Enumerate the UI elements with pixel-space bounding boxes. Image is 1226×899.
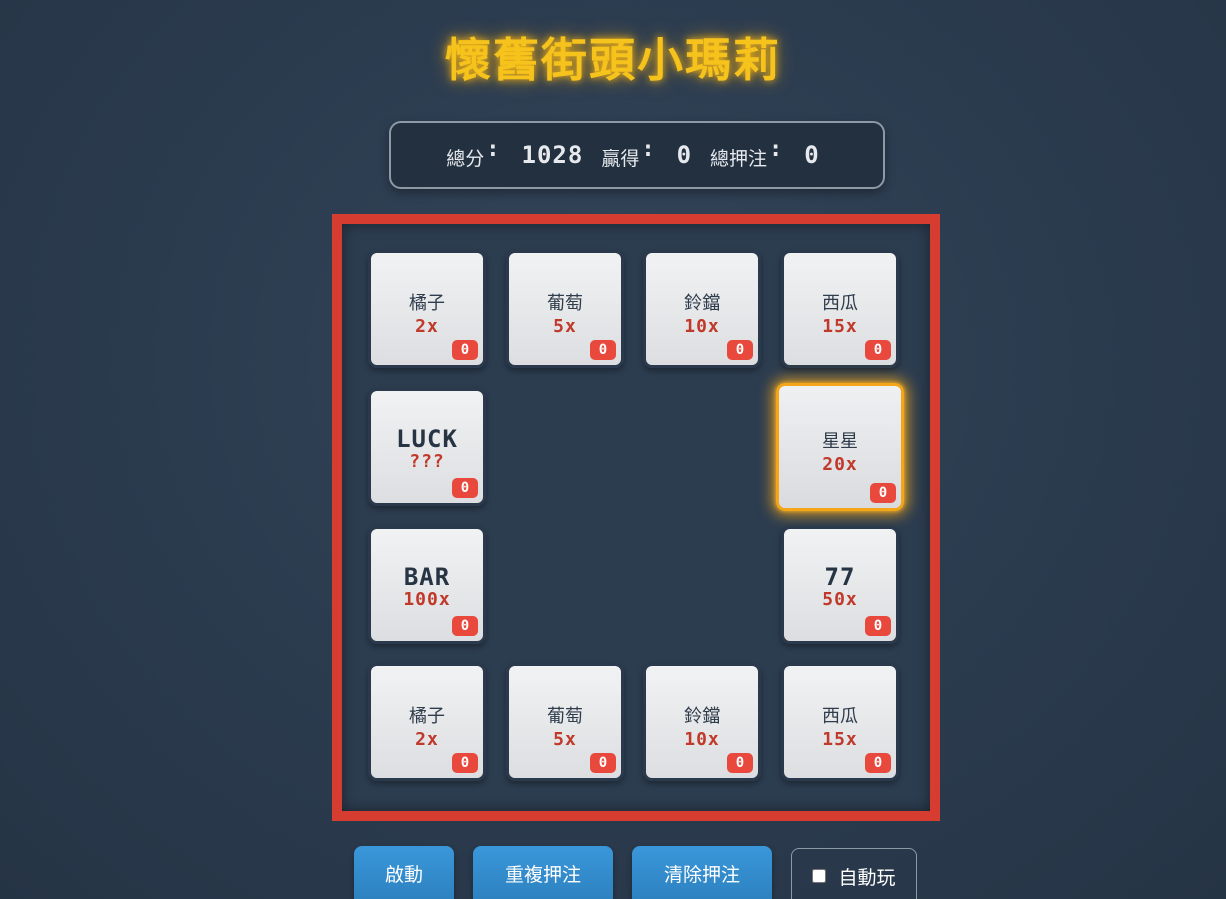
- tile-multiplier: 100x: [403, 589, 451, 610]
- tile-label: 鈴鐺: [684, 706, 720, 727]
- tile-bet-badge: 0: [452, 340, 478, 360]
- total-score-value: 1028: [521, 141, 584, 169]
- tile-multiplier: 20x: [822, 454, 858, 475]
- tile-bet-badge: 0: [865, 753, 891, 773]
- tile-label: LUCK: [396, 425, 458, 453]
- tile-luck[interactable]: LUCK ??? 0: [368, 388, 486, 506]
- tile-watermelon-bottom[interactable]: 西瓜 15x 0: [781, 663, 899, 781]
- tile-bet-badge: 0: [865, 616, 891, 636]
- tile-bet-badge: 0: [590, 753, 616, 773]
- tile-bar[interactable]: BAR 100x 0: [368, 526, 486, 644]
- tile-bell-top[interactable]: 鈴鐺 10x 0: [643, 250, 761, 368]
- tile-multiplier: 2x: [415, 316, 439, 337]
- tile-bell-bottom[interactable]: 鈴鐺 10x 0: [643, 663, 761, 781]
- tile-multiplier: 10x: [684, 729, 720, 750]
- tile-seventy-seven[interactable]: 77 50x 0: [781, 526, 899, 644]
- tile-star-highlighted[interactable]: 星星 20x 0: [776, 383, 904, 511]
- auto-play-toggle[interactable]: 自動玩: [791, 848, 917, 899]
- tile-multiplier: 15x: [822, 316, 858, 337]
- tile-label: 葡萄: [547, 293, 583, 314]
- clear-bet-button[interactable]: 清除押注: [632, 846, 772, 899]
- total-bet-colon: :: [769, 136, 783, 162]
- win-colon: :: [641, 136, 655, 162]
- tile-label: 西瓜: [822, 706, 858, 727]
- tile-orange-top[interactable]: 橘子 2x 0: [368, 250, 486, 368]
- win-value: 0: [676, 141, 693, 169]
- tile-label: 橘子: [409, 706, 445, 727]
- repeat-bet-button[interactable]: 重複押注: [473, 846, 613, 899]
- auto-play-label: 自動玩: [838, 866, 896, 889]
- tile-bet-badge: 0: [452, 478, 478, 498]
- total-score: 總分 : 1028: [446, 136, 591, 171]
- tile-orange-bottom[interactable]: 橘子 2x 0: [368, 663, 486, 781]
- tile-label: 葡萄: [547, 706, 583, 727]
- tile-label: 橘子: [409, 293, 445, 314]
- win-amount: 贏得 : 0: [601, 136, 700, 171]
- tile-multiplier: 2x: [415, 729, 439, 750]
- tile-multiplier: 50x: [822, 589, 858, 610]
- tile-grape-bottom[interactable]: 葡萄 5x 0: [506, 663, 624, 781]
- tile-grape-top[interactable]: 葡萄 5x 0: [506, 250, 624, 368]
- game-title: 懷舊街頭小瑪莉: [445, 33, 781, 87]
- total-bet-label: 總押注: [710, 147, 768, 170]
- tile-multiplier: 10x: [684, 316, 720, 337]
- scoreboard: 總分 : 1028 贏得 : 0 總押注 : 0: [389, 121, 885, 189]
- tile-label: 77: [824, 563, 856, 591]
- tile-multiplier: 15x: [822, 729, 858, 750]
- tile-multiplier: 5x: [553, 729, 577, 750]
- tile-label: 鈴鐺: [684, 293, 720, 314]
- start-button[interactable]: 啟動: [354, 846, 454, 899]
- tile-bet-badge: 0: [452, 753, 478, 773]
- slot-board: 橘子 2x 0 葡萄 5x 0 鈴鐺 10x 0 西瓜 15x 0 LUCK ?…: [332, 214, 940, 821]
- tile-multiplier: ???: [409, 451, 445, 472]
- tile-label: 西瓜: [822, 293, 858, 314]
- win-label: 贏得: [601, 147, 640, 170]
- tile-bet-badge: 0: [727, 753, 753, 773]
- auto-play-checkbox[interactable]: [812, 869, 827, 883]
- total-bet-value: 0: [804, 141, 820, 169]
- tile-label: BAR: [403, 563, 451, 591]
- tile-bet-badge: 0: [870, 483, 896, 503]
- tile-bet-badge: 0: [727, 340, 753, 360]
- total-score-colon: :: [486, 136, 500, 162]
- tile-bet-badge: 0: [865, 340, 891, 360]
- total-score-label: 總分: [446, 147, 485, 170]
- total-bet: 總押注 : 0: [710, 136, 828, 171]
- tile-bet-badge: 0: [452, 616, 478, 636]
- tile-bet-badge: 0: [590, 340, 616, 360]
- tile-multiplier: 5x: [553, 316, 577, 337]
- tile-watermelon-top[interactable]: 西瓜 15x 0: [781, 250, 899, 368]
- tile-label: 星星: [822, 431, 858, 452]
